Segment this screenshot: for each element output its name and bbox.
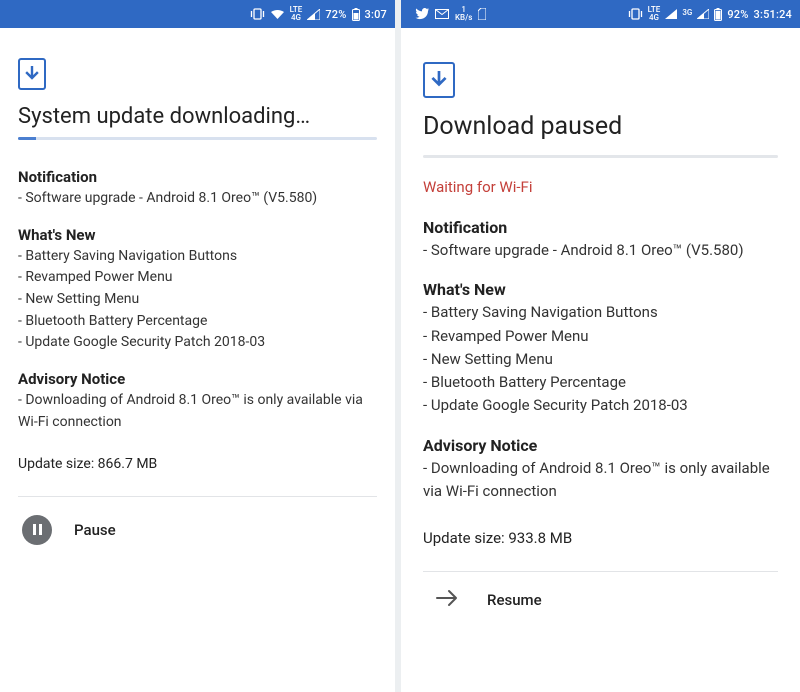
- clock: 3:51:24: [754, 8, 792, 21]
- update-size: Update size: 866.7 MB: [18, 456, 377, 472]
- section-heading-whatsnew: What's New: [423, 280, 778, 299]
- signal-icon: [665, 9, 677, 19]
- section-heading-advisory: Advisory Notice: [423, 436, 778, 455]
- mail-icon: [435, 9, 449, 19]
- clock: 3:07: [365, 8, 387, 21]
- list-item: - Update Google Security Patch 2018-03: [18, 332, 377, 354]
- list-item: - Bluetooth Battery Percentage: [423, 371, 778, 394]
- battery-icon: [714, 8, 722, 21]
- download-icon-wrap: [423, 62, 778, 98]
- progress-fill: [18, 137, 36, 140]
- resume-button[interactable]: Resume: [423, 572, 778, 628]
- wifi-icon: [270, 9, 285, 20]
- progress-bar: [18, 137, 377, 140]
- pause-icon: [22, 515, 52, 545]
- vibrate-icon: [250, 8, 265, 20]
- download-icon: [423, 62, 455, 98]
- twitter-icon: [415, 8, 429, 20]
- waiting-message: Waiting for Wi-Fi: [423, 178, 778, 196]
- page-title: System update downloading…: [18, 104, 377, 129]
- list-item: - New Setting Menu: [18, 289, 377, 311]
- phone-right: 1 KB/s LTE 4G 3G 9: [401, 0, 800, 692]
- network-label: LTE 4G: [290, 6, 303, 22]
- list-item: - Bluetooth Battery Percentage: [18, 311, 377, 333]
- list-item: - Revamped Power Menu: [423, 325, 778, 348]
- download-icon-wrap: [18, 58, 377, 90]
- list-item: - Software upgrade - Android 8.1 Oreo™ (…: [423, 239, 778, 262]
- download-icon: [18, 58, 46, 90]
- update-size: Update size: 933.8 MB: [423, 529, 778, 547]
- signal-percent: 72%: [325, 8, 346, 21]
- phone-left: LTE 4G 72% 3:07 System update downloadin…: [0, 0, 395, 692]
- sim-icon: [478, 8, 486, 20]
- list-item: - Downloading of Android 8.1 Oreo™ is on…: [18, 390, 377, 433]
- signal-icon: [307, 9, 320, 20]
- data-speed: 1 KB/s: [455, 6, 472, 22]
- list-item: - Revamped Power Menu: [18, 267, 377, 289]
- arrow-right-icon: [435, 588, 459, 612]
- list-item: - Update Google Security Patch 2018-03: [423, 394, 778, 417]
- action-label: Pause: [74, 521, 116, 539]
- status-bar: LTE 4G 72% 3:07: [0, 0, 395, 28]
- list-item: - Battery Saving Navigation Buttons: [423, 301, 778, 324]
- page-title: Download paused: [423, 112, 778, 141]
- network-label-2: 3G: [682, 9, 692, 17]
- network-label-1: LTE 4G: [648, 6, 661, 22]
- list-item: - Software upgrade - Android 8.1 Oreo™ (…: [18, 188, 377, 210]
- section-heading-advisory: Advisory Notice: [18, 370, 377, 388]
- content-area: System update downloading… Notification …: [0, 28, 395, 692]
- list-item: - New Setting Menu: [423, 348, 778, 371]
- status-bar: 1 KB/s LTE 4G 3G 9: [401, 0, 800, 28]
- action-label: Resume: [487, 591, 542, 609]
- content-area: Download paused Waiting for Wi-Fi Notifi…: [401, 28, 800, 692]
- section-heading-notification: Notification: [18, 168, 377, 186]
- pause-button[interactable]: Pause: [18, 497, 377, 563]
- progress-bar: [423, 155, 778, 158]
- section-heading-notification: Notification: [423, 218, 778, 237]
- battery-icon: [352, 8, 360, 21]
- vibrate-icon: [628, 8, 643, 20]
- battery-percent: 92%: [727, 8, 748, 21]
- section-heading-whatsnew: What's New: [18, 226, 377, 244]
- list-item: - Battery Saving Navigation Buttons: [18, 246, 377, 268]
- list-item: - Downloading of Android 8.1 Oreo™ is on…: [423, 457, 778, 504]
- signal-icon-2: [697, 9, 709, 19]
